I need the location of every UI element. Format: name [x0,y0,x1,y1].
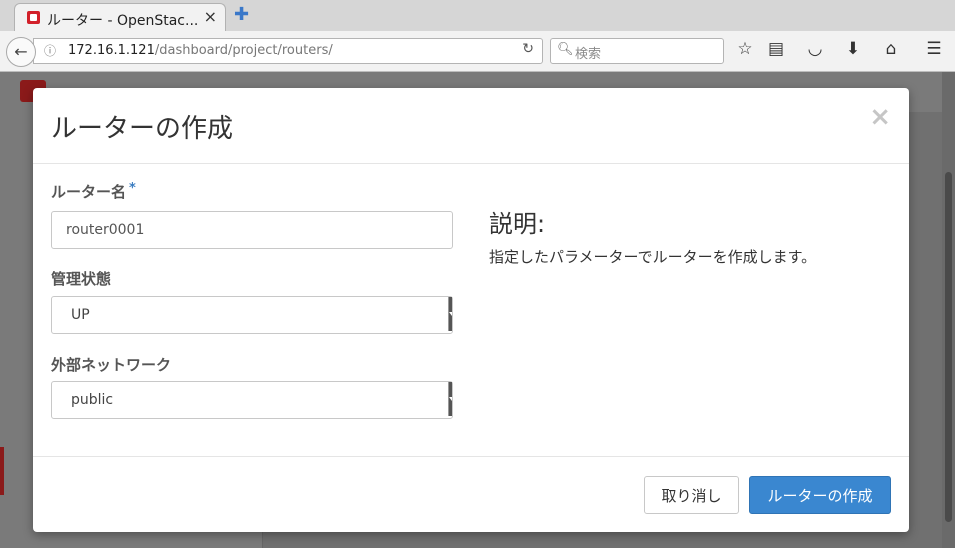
router-name-input[interactable]: router0001 [51,211,453,249]
external-network-label: 外部ネットワーク [51,356,172,374]
required-marker: * [129,181,136,196]
new-tab-icon[interactable]: ✚ [234,4,249,25]
back-arrow-icon: ← [14,42,28,61]
navigation-toolbar: ⓘ 172.16.1.121/dashboard/project/routers… [0,31,955,72]
openstack-favicon-icon [27,11,40,24]
cancel-button[interactable]: 取り消し [644,476,739,514]
tab-strip: ルーター - OpenStac... × ✚ [0,0,955,32]
sidebar-active-marker [0,447,4,495]
create-router-modal: ルーターの作成 × ルーター名 * router0001 管理状態 UP 外部ネッ… [33,88,909,532]
router-name-value: router0001 [66,222,145,238]
search-placeholder: 検索 [575,47,602,62]
home-icon[interactable]: ⌂ [880,39,902,59]
menu-icon[interactable]: ☰ [923,39,945,59]
router-name-label-text: ルーター名 [51,183,127,201]
chevron-down-icon[interactable] [448,297,452,331]
external-network-select[interactable]: public [51,381,453,419]
modal-header: ルーターの作成 × [33,88,909,164]
admin-state-value: UP [71,307,90,323]
url-bar[interactable]: ⓘ 172.16.1.121/dashboard/project/routers… [33,38,543,64]
chevron-down-icon[interactable] [448,382,452,416]
reading-list-icon[interactable]: ▤ [765,39,787,59]
search-icon: 🔍︎ [557,42,574,57]
download-icon[interactable]: ⬇ [842,39,864,59]
admin-state-label: 管理状態 [51,270,112,288]
description-heading: 説明: [489,210,546,238]
create-router-button[interactable]: ルーターの作成 [749,476,891,514]
modal-title: ルーターの作成 [51,114,234,144]
url-text: 172.16.1.121/dashboard/project/routers/ [68,43,333,58]
url-path: /dashboard/project/routers/ [154,43,333,58]
close-icon[interactable]: × [869,102,891,132]
external-network-value: public [71,392,114,408]
close-tab-icon[interactable]: × [204,7,217,26]
modal-footer: 取り消し ルーターの作成 [33,456,909,533]
back-button[interactable]: ← [6,37,36,67]
admin-state-select[interactable]: UP [51,296,453,334]
search-input[interactable]: 🔍︎ 検索 [550,38,724,64]
scrollbar-thumb[interactable] [945,172,952,522]
tab-title: ルーター - OpenStac... [47,13,199,29]
url-host: 172.16.1.121 [68,43,155,58]
browser-tab[interactable]: ルーター - OpenStac... × [14,3,226,32]
pocket-icon[interactable]: ◡ [804,39,826,59]
description-text: 指定したパラメーターでルーターを作成します。 [489,248,817,266]
info-icon[interactable]: ⓘ [44,42,56,59]
page-scrollbar[interactable] [942,72,955,548]
bookmark-star-icon[interactable]: ☆ [734,39,756,59]
reload-icon[interactable]: ↻ [522,41,534,57]
router-name-label: ルーター名 * [51,181,136,202]
